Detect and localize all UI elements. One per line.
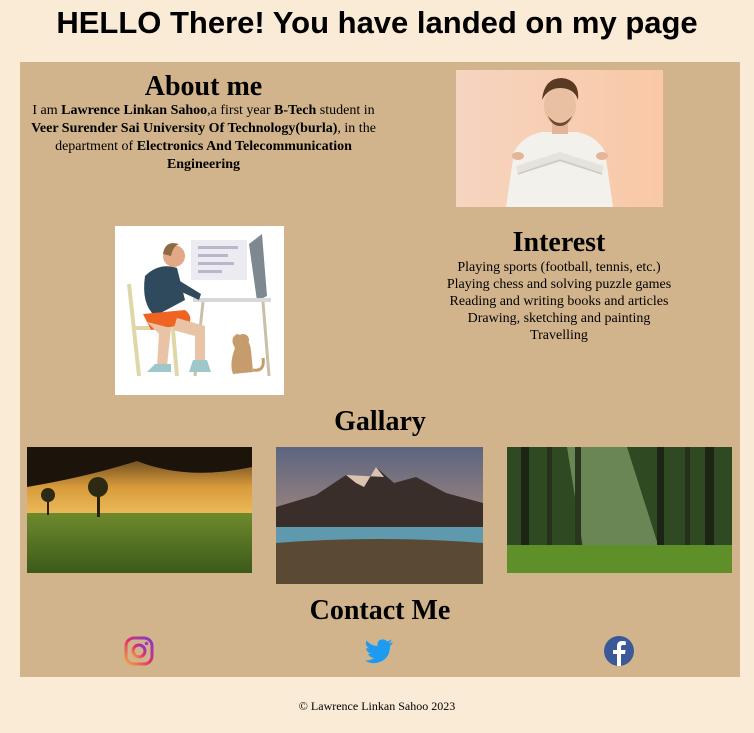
about-university: Veer Surender Sai University Of Technolo… (31, 121, 338, 136)
interest-section: Interest Playing sports (football, tenni… (409, 228, 709, 344)
facebook-icon[interactable] (603, 635, 635, 667)
interest-item: Reading and writing books and articles (449, 294, 669, 309)
gallery-image-mountain-lake (276, 447, 483, 584)
interest-item: Drawing, sketching and painting (467, 311, 651, 326)
interest-item: Playing chess and solving puzzle games (446, 277, 672, 292)
gallery-image-forest (507, 447, 732, 573)
interest-heading: Interest (512, 227, 606, 258)
about-section: About me I am Lawrence Linkan Sahoo,a fi… (26, 72, 381, 174)
gallery-image-sunset-field (27, 447, 252, 573)
main-content: About me I am Lawrence Linkan Sahoo,a fi… (20, 62, 740, 677)
profile-photo (456, 70, 663, 207)
page-title: HELLO There! You have landed on my page (56, 5, 698, 40)
interest-list: Playing sports (football, tennis, etc.) … (409, 259, 709, 344)
coder-illustration (115, 226, 284, 395)
instagram-icon[interactable] (123, 635, 155, 667)
twitter-icon[interactable] (363, 635, 395, 667)
contact-heading: Contact Me (309, 595, 451, 626)
footer-copyright: © Lawrence Linkan Sahoo 2023 (298, 699, 456, 713)
interest-item: Playing sports (football, tennis, etc.) (457, 260, 661, 275)
about-degree: B-Tech (274, 103, 317, 118)
gallery-heading: Gallary (334, 406, 426, 437)
about-text: I am Lawrence Linkan Sahoo,a first year … (31, 103, 376, 172)
interest-item: Travelling (530, 328, 588, 343)
about-heading: About me (144, 71, 263, 102)
about-name: Lawrence Linkan Sahoo (61, 103, 208, 118)
about-department: Electronics And Telecommunication Engine… (136, 139, 352, 172)
